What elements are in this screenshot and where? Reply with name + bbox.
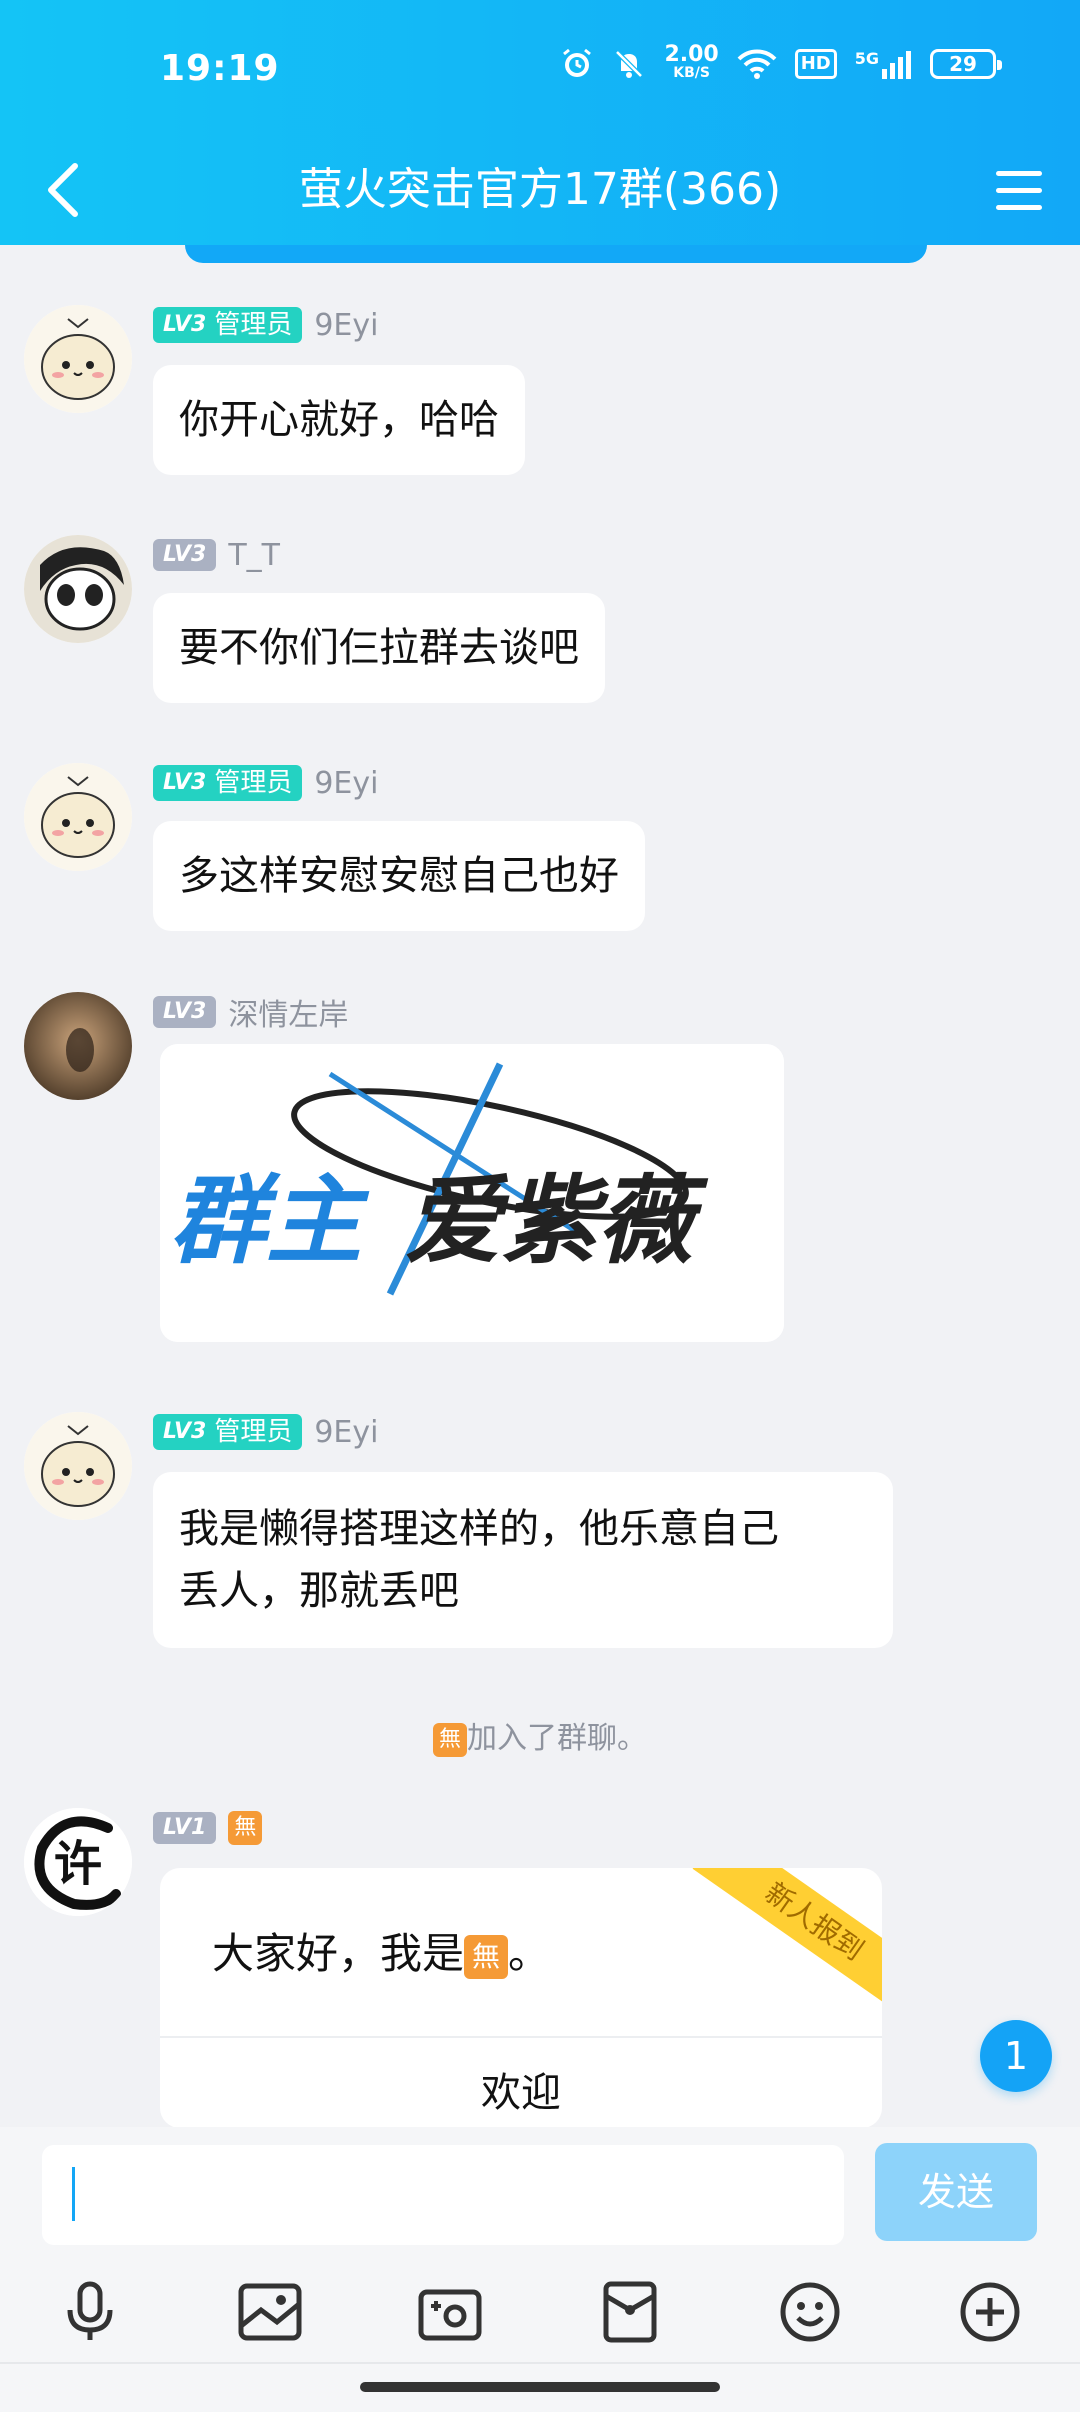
role-label: 管理员 [214, 768, 293, 798]
status-icons: 2.00 KB/S HD 5G 29 [560, 42, 1002, 82]
message-input[interactable] [42, 2145, 844, 2245]
signal-label: 5G [854, 49, 879, 68]
mute-bell-icon [612, 47, 646, 81]
message-bubble[interactable]: 要不你们仨拉群去谈吧 [153, 593, 605, 703]
sender-name[interactable]: 9Eyi [314, 308, 378, 343]
emoji-icon: 無 [433, 1722, 467, 1757]
message-bubble[interactable]: 多这样安慰安慰自己也好 [153, 821, 645, 931]
red-packet-button[interactable] [590, 2272, 670, 2352]
photo-avatar-icon [24, 992, 132, 1100]
message-meta: LV3 管理员 9Eyi [153, 305, 378, 345]
level-label: LV3 [163, 1419, 207, 1444]
red-packet-icon [603, 2281, 657, 2343]
sender-name[interactable]: 9Eyi [314, 766, 378, 801]
home-indicator[interactable] [360, 2382, 720, 2392]
group-owner-sticker-image: 群主 爱紫薇 [160, 1044, 784, 1342]
nav-bar: 萤火突击官方17群(366) [0, 140, 1080, 245]
wifi-icon [737, 48, 777, 80]
system-note-text: 加入了群聊。 [467, 1721, 647, 1756]
bunny-avatar-icon [24, 763, 132, 871]
net-speed: 2.00 KB/S [664, 42, 719, 82]
message-meta: LV1 無 [153, 1808, 263, 1848]
greeting-text: 大家好，我是無。 [212, 1920, 550, 1981]
message-line: 我是懒得搭理这样的，他乐意自己 [179, 1506, 779, 1552]
net-speed-value: 2.00 [664, 42, 719, 67]
admin-badge: LV3 管理员 [153, 765, 303, 801]
message-list[interactable]: LV3 管理员 9Eyi 你开心就好，哈哈 LV3 T_T 要不你们仨拉群去谈吧… [0, 245, 1080, 2127]
bunny-avatar-icon [24, 1412, 132, 1520]
battery-indicator: 29 [930, 49, 1002, 79]
text-caret [72, 2167, 75, 2221]
admin-badge: LV3 管理员 [153, 1414, 303, 1450]
message-line: 丢人，那就丢吧 [179, 1568, 459, 1614]
image-message[interactable]: 群主 爱紫薇 [160, 1044, 784, 1342]
image-text-right: 爱紫薇 [405, 1165, 709, 1277]
sender-name[interactable]: 9Eyi [314, 1415, 378, 1450]
avatar[interactable]: 许 [24, 1808, 132, 1916]
admin-badge: LV3 管理员 [153, 307, 303, 343]
camera-button[interactable] [410, 2272, 490, 2352]
level-badge: LV3 [153, 539, 217, 571]
role-label: 管理员 [214, 310, 293, 340]
avatar[interactable] [24, 1412, 132, 1520]
menu-icon-line [996, 204, 1042, 210]
bunny-avatar-icon [24, 305, 132, 413]
greeting-suffix: 。 [508, 1929, 551, 1978]
avatar[interactable] [24, 305, 132, 413]
message-meta: LV3 管理员 9Eyi [153, 763, 378, 803]
camera-icon [418, 2289, 482, 2341]
avatar[interactable] [24, 992, 132, 1100]
alarm-icon [560, 47, 594, 81]
sender-name[interactable]: 深情左岸 [228, 990, 348, 1034]
signal-icon: 5G [855, 49, 912, 79]
group-title[interactable]: 萤火突击官方17群(366) [0, 150, 1080, 230]
level-badge: LV1 [153, 1812, 217, 1844]
send-button[interactable]: 发送 [875, 2143, 1037, 2241]
smiley-icon [780, 2282, 840, 2342]
status-time: 19:19 [160, 48, 280, 89]
level-label: LV3 [163, 770, 207, 795]
voice-button[interactable] [50, 2272, 130, 2352]
system-join-note: 無加入了群聊。 [0, 1713, 1080, 1757]
pinned-banner-edge[interactable] [185, 245, 927, 263]
message-bubble[interactable]: 我是懒得搭理这样的，他乐意自己 丢人，那就丢吧 [153, 1472, 893, 1648]
photo-button[interactable] [230, 2272, 310, 2352]
chat-header: 19:19 2.00 KB/S HD 5G 29 萤火突击官方17群(366) [0, 0, 1080, 245]
avatar-char: 许 [54, 1836, 102, 1892]
role-label: 管理员 [214, 1417, 293, 1447]
divider [0, 2362, 1080, 2364]
avatar[interactable] [24, 763, 132, 871]
message-meta: LV3 T_T [153, 535, 280, 575]
unread-count-button[interactable]: 1 [980, 2020, 1052, 2092]
message-meta: LV3 管理员 9Eyi [153, 1412, 378, 1452]
newcomer-card: 新人报到 大家好，我是無。 欢迎 [160, 1868, 882, 2127]
avatar[interactable] [24, 535, 132, 643]
status-bar: 19:19 2.00 KB/S HD 5G 29 [0, 0, 1080, 140]
image-icon [238, 2283, 302, 2341]
emoji-icon: 無 [464, 1934, 509, 1979]
newcomer-ribbon: 新人报到 [692, 1868, 882, 2018]
plus-circle-icon [960, 2282, 1020, 2342]
level-label: LV3 [163, 312, 207, 337]
message-bubble[interactable]: 你开心就好，哈哈 [153, 365, 525, 475]
composer: 发送 [0, 2127, 1080, 2412]
calligraphy-avatar-icon: 许 [24, 1808, 132, 1916]
image-text-left: 群主 [170, 1165, 370, 1277]
hd-badge: HD [794, 49, 837, 79]
sender-name[interactable]: T_T [228, 538, 280, 573]
panda-avatar-icon [24, 535, 132, 643]
more-button[interactable] [950, 2272, 1030, 2352]
menu-icon-line [996, 170, 1042, 176]
welcome-button[interactable]: 欢迎 [160, 2038, 882, 2127]
message-meta: LV3 深情左岸 [153, 990, 348, 1034]
composer-toolbar [0, 2272, 1080, 2372]
greeting-prefix: 大家好，我是 [212, 1929, 465, 1978]
sender-emoji-name[interactable]: 無 [228, 1811, 263, 1845]
level-badge: LV3 [153, 996, 217, 1028]
menu-button[interactable] [984, 150, 1054, 230]
microphone-icon [67, 2281, 113, 2340]
emoji-button[interactable] [770, 2272, 850, 2352]
menu-icon-line [996, 187, 1042, 193]
